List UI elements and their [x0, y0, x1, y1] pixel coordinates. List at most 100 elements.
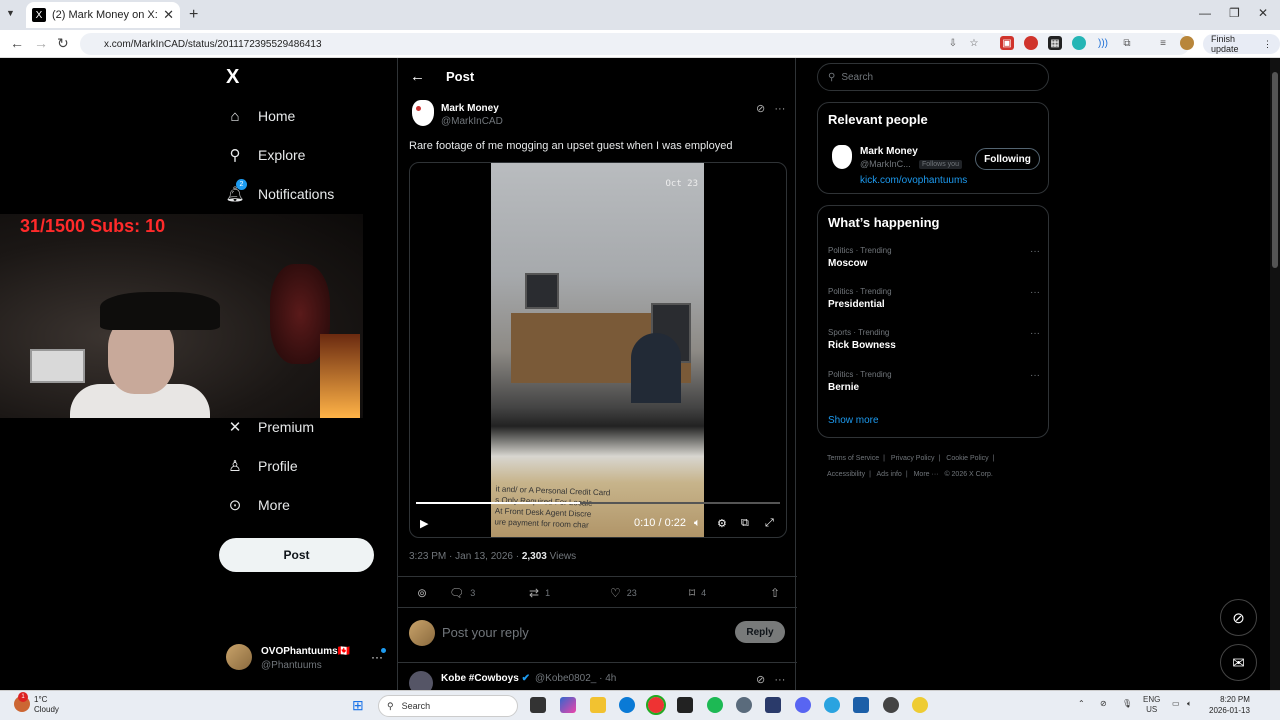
sidebar-item-more[interactable]: ⊙ More — [226, 496, 290, 514]
trend-item[interactable]: Politics · Trending Bernie ··· — [828, 370, 1040, 393]
close-tab-icon[interactable]: ✕ — [163, 7, 174, 23]
sidebar-item-notifications[interactable]: 🔔︎ 2 Notifications — [225, 179, 334, 203]
x-logo-icon[interactable]: X — [226, 66, 239, 89]
obs-icon[interactable] — [883, 697, 899, 713]
share-action[interactable]: ⇧ — [770, 586, 780, 600]
taskbar-search[interactable]: ⚲ Search — [378, 695, 518, 717]
minimize-icon[interactable]: — — [1199, 6, 1211, 20]
weather-widget[interactable]: 1°C Cloudy — [34, 695, 59, 715]
tab-search-icon[interactable]: ▼ — [6, 8, 15, 18]
extensions-puzzle-icon[interactable]: ⧉ — [1120, 36, 1134, 50]
volume-icon[interactable]: 🔈︎ — [1187, 699, 1192, 709]
network-icon[interactable]: ▭ — [1172, 699, 1180, 708]
finish-update-button[interactable]: Finish update ⋮ — [1203, 34, 1280, 54]
bio-link[interactable]: kick.com/ovophantuums — [860, 175, 967, 186]
reload-icon[interactable]: ↻ — [57, 35, 69, 52]
grok-analyze-button[interactable]: ⊚ — [417, 586, 427, 600]
messages-fab-icon[interactable]: ✉ — [1220, 644, 1257, 681]
spotify-icon[interactable] — [707, 697, 723, 713]
discord-icon[interactable] — [795, 697, 811, 713]
more-dots-icon[interactable]: ··· — [1030, 328, 1040, 339]
reply-action[interactable]: 🗨︎ 3 — [449, 586, 475, 600]
fullscreen-icon[interactable]: ⤢ — [765, 517, 774, 530]
settings-gear-icon[interactable]: ⚙ — [717, 517, 727, 530]
scrollbar-thumb[interactable] — [1272, 72, 1278, 268]
following-button[interactable]: Following — [975, 148, 1040, 170]
post-button[interactable]: Post — [219, 538, 374, 572]
more-dots-icon[interactable]: ··· — [1030, 287, 1040, 298]
author-handle[interactable]: @MarkInCAD — [441, 116, 503, 127]
restore-icon[interactable]: ❐ — [1229, 6, 1240, 20]
more-dots-icon[interactable]: ··· — [1030, 370, 1040, 381]
footer-link[interactable]: Accessibility — [827, 471, 865, 478]
task-view-icon[interactable] — [530, 697, 546, 713]
extension-icon[interactable]: ▣ — [1000, 36, 1014, 50]
footer-link[interactable]: Ads info — [877, 471, 902, 478]
extension-icon[interactable] — [1024, 36, 1038, 50]
chrome-icon[interactable] — [646, 695, 666, 715]
back-arrow-icon[interactable]: ← — [410, 68, 425, 85]
copilot-icon[interactable] — [560, 697, 576, 713]
system-clock[interactable]: 8:20 PM 2026-01-13 — [1209, 694, 1250, 716]
bookmark-action[interactable]: ⌑ 4 — [689, 586, 706, 600]
extension-icon[interactable] — [1072, 36, 1086, 50]
browser-tab[interactable]: X (2) Mark Money on X: "Rare foo ✕ — [26, 2, 180, 28]
reply-post[interactable]: Kobe #Cowboys ✔ @Kobe0802_ · 4h ⊘ ··· — [398, 662, 797, 690]
author-name[interactable]: Mark Money — [441, 103, 499, 114]
new-tab-icon[interactable]: + — [189, 6, 198, 24]
trend-item[interactable]: Politics · Trending Presidential ··· — [828, 287, 1040, 310]
sidebar-item-profile[interactable]: ♙ Profile — [226, 457, 297, 475]
volume-icon[interactable]: 🔈︎ — [694, 517, 701, 530]
app-icon[interactable] — [677, 697, 693, 713]
video-progress-bar[interactable] — [416, 502, 780, 504]
telegram-icon[interactable] — [824, 697, 840, 713]
sidebar-item-home[interactable]: ⌂ Home — [226, 107, 295, 125]
forward-icon[interactable]: → — [34, 35, 48, 51]
pip-icon[interactable]: ⧉ — [741, 517, 749, 530]
sidebar-item-premium[interactable]: ✕ Premium — [226, 418, 314, 436]
show-more-link[interactable]: Show more — [828, 415, 879, 426]
play-icon[interactable]: ▶ — [420, 517, 428, 530]
reply-input[interactable]: Post your reply — [442, 625, 529, 640]
microphone-icon[interactable]: 🎙︎ — [1122, 699, 1132, 708]
repost-action[interactable]: ⇄ 1 — [529, 586, 550, 600]
extension-icon[interactable]: ▦ — [1048, 36, 1062, 50]
close-window-icon[interactable]: ✕ — [1258, 6, 1268, 20]
bookmark-star-icon[interactable]: ☆ — [967, 36, 981, 50]
video-player[interactable]: Oct 23 it and/ or A Personal Credit Card… — [409, 162, 787, 538]
footer-link[interactable]: More ··· — [914, 471, 939, 478]
reading-list-icon[interactable]: ≡ — [1156, 36, 1170, 50]
language-indicator[interactable]: ENG US — [1143, 695, 1160, 715]
trend-item[interactable]: Sports · Trending Rick Bowness ··· — [828, 328, 1040, 351]
trend-item[interactable]: Politics · Trending Moscow ··· — [828, 246, 1040, 269]
like-action[interactable]: ♡ 23 — [610, 586, 637, 600]
footer-link[interactable]: Terms of Service — [827, 455, 879, 462]
windows-start-icon[interactable]: ⊞ — [352, 697, 368, 713]
profile-avatar[interactable] — [1180, 36, 1194, 50]
account-switcher[interactable]: OVOPhantuums🇨🇦 @Phantuums ··· — [226, 644, 386, 674]
footer-link[interactable]: Privacy Policy — [891, 455, 935, 462]
author-avatar[interactable] — [412, 100, 434, 126]
settings-gear-icon[interactable] — [736, 697, 752, 713]
avatar[interactable] — [832, 145, 852, 169]
grok-icon[interactable]: ⊘ ··· — [756, 102, 785, 115]
person-name[interactable]: Mark Money — [860, 146, 918, 157]
app-icon[interactable] — [765, 697, 781, 713]
tray-chevron-icon[interactable]: ⌃ — [1078, 699, 1085, 708]
file-explorer-icon[interactable] — [590, 697, 606, 713]
footer-link[interactable]: Cookie Policy — [946, 455, 988, 462]
tray-icon[interactable]: ⊘ — [1100, 699, 1107, 708]
reply-button[interactable]: Reply — [735, 621, 785, 643]
search-input[interactable]: ⚲ Search — [817, 63, 1049, 91]
sidebar-item-explore[interactable]: ⚲ Explore — [226, 146, 306, 164]
weather-icon[interactable]: 1 — [14, 692, 30, 712]
more-dots-icon[interactable]: ··· — [1030, 246, 1040, 257]
chrome-canary-icon[interactable] — [912, 697, 928, 713]
back-icon[interactable]: ← — [10, 35, 24, 51]
grok-fab-icon[interactable]: ⊘ — [1220, 599, 1257, 636]
install-app-icon[interactable]: ⇩ — [946, 36, 960, 50]
scrollbar[interactable] — [1270, 58, 1280, 690]
app-icon[interactable] — [853, 697, 869, 713]
extension-icon[interactable]: ))) — [1096, 36, 1110, 50]
grok-icon[interactable]: ⊘ ··· — [756, 673, 785, 686]
